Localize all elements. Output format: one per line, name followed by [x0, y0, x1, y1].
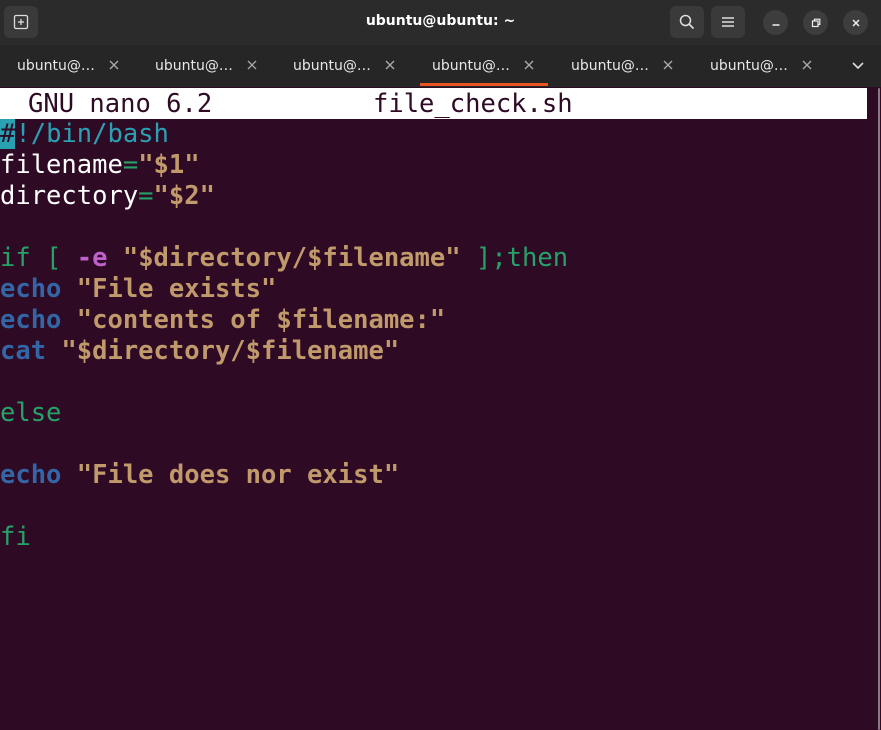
maximize-icon [811, 18, 820, 27]
tab-label: ubuntu@… [17, 58, 95, 74]
tab-label: ubuntu@… [155, 58, 233, 74]
code-line-6: echo "File exists" [0, 274, 276, 305]
code-line-3: directory="$2" [0, 181, 215, 212]
tab-label: ubuntu@… [293, 58, 371, 74]
keyword-else: else [0, 398, 62, 428]
close-icon[interactable] [107, 58, 121, 72]
command-echo: echo [0, 305, 62, 335]
string-literal: "File exists" [61, 274, 277, 304]
code-line-2: filename="$1" [0, 150, 200, 181]
code-line-5: if [ -e "$directory/$filename" ];then [0, 243, 568, 274]
code-line-12: echo "File does nor exist" [0, 460, 399, 491]
assign-op: = [122, 150, 139, 180]
code-line-8: cat "$directory/$filename" [0, 336, 399, 367]
code-line-14: fi [0, 522, 31, 553]
command-cat: cat [0, 336, 47, 366]
tab-4-active[interactable]: ubuntu@… [432, 45, 510, 87]
scrollbar-thumb[interactable] [878, 88, 880, 730]
tab-2[interactable]: ubuntu@… [155, 45, 233, 87]
nano-filename: file_check.sh [373, 89, 573, 119]
menu-button[interactable] [711, 6, 745, 38]
code-line-1: #!/bin/bash [0, 119, 169, 150]
nano-version: GNU nano 6.2 [28, 89, 213, 119]
window-titlebar: ubuntu@ubuntu: ~ [0, 0, 881, 45]
command-echo: echo [0, 274, 62, 304]
tab-label: ubuntu@… [432, 58, 510, 74]
close-icon [851, 18, 860, 27]
window-title: ubuntu@ubuntu: ~ [365, 13, 516, 29]
string-literal: "$directory/$filename" [46, 336, 400, 366]
maximize-button[interactable] [803, 10, 828, 35]
code-line-7: echo "contents of $filename:" [0, 305, 445, 336]
close-icon[interactable] [661, 58, 675, 72]
editor-area[interactable]: #!/bin/bash filename="$1" directory="$2"… [0, 119, 867, 730]
tab-label: ubuntu@… [710, 58, 788, 74]
tab-3[interactable]: ubuntu@… [293, 45, 371, 87]
variable-name: filename [0, 150, 123, 180]
tab-bar: ubuntu@… ubuntu@… ubuntu@… ubuntu@… ubun… [0, 45, 881, 87]
nano-header-bar: GNU nano 6.2 file_check.sh [0, 88, 867, 119]
close-icon[interactable] [800, 58, 814, 72]
keyword-if: if [ [0, 243, 77, 273]
string-literal: "File does nor exist" [61, 460, 400, 490]
command-echo: echo [0, 460, 62, 490]
shebang: !/bin/bash [15, 119, 169, 149]
tab-5[interactable]: ubuntu@… [571, 45, 649, 87]
keyword-then: ];then [460, 243, 569, 273]
test-flag: -e [76, 243, 108, 273]
keyword-fi: fi [0, 522, 31, 552]
terminal-scrollbar[interactable] [867, 88, 881, 730]
chevron-down-icon[interactable] [851, 60, 865, 72]
tab-6[interactable]: ubuntu@… [710, 45, 788, 87]
assign-op: = [138, 181, 154, 211]
close-icon[interactable] [245, 58, 259, 72]
search-button[interactable] [670, 6, 704, 38]
close-icon[interactable] [383, 58, 397, 72]
minimize-icon [772, 23, 779, 26]
close-button[interactable] [843, 10, 868, 35]
hamburger-menu-icon [722, 17, 734, 27]
string-literal: "contents of $filename:" [61, 305, 446, 335]
string-literal: "$1" [138, 150, 200, 180]
tab-label: ubuntu@… [571, 58, 649, 74]
close-icon[interactable] [522, 58, 536, 72]
minimize-button[interactable] [763, 10, 788, 35]
code-line-10: else [0, 398, 61, 429]
text-cursor: # [0, 119, 16, 149]
string-literal: "$2" [153, 181, 215, 211]
search-icon [679, 14, 695, 30]
variable-name: directory [0, 181, 139, 211]
tab-1[interactable]: ubuntu@… [17, 45, 95, 87]
active-tab-indicator [420, 83, 548, 86]
string-literal: "$directory/$filename" [122, 243, 461, 273]
